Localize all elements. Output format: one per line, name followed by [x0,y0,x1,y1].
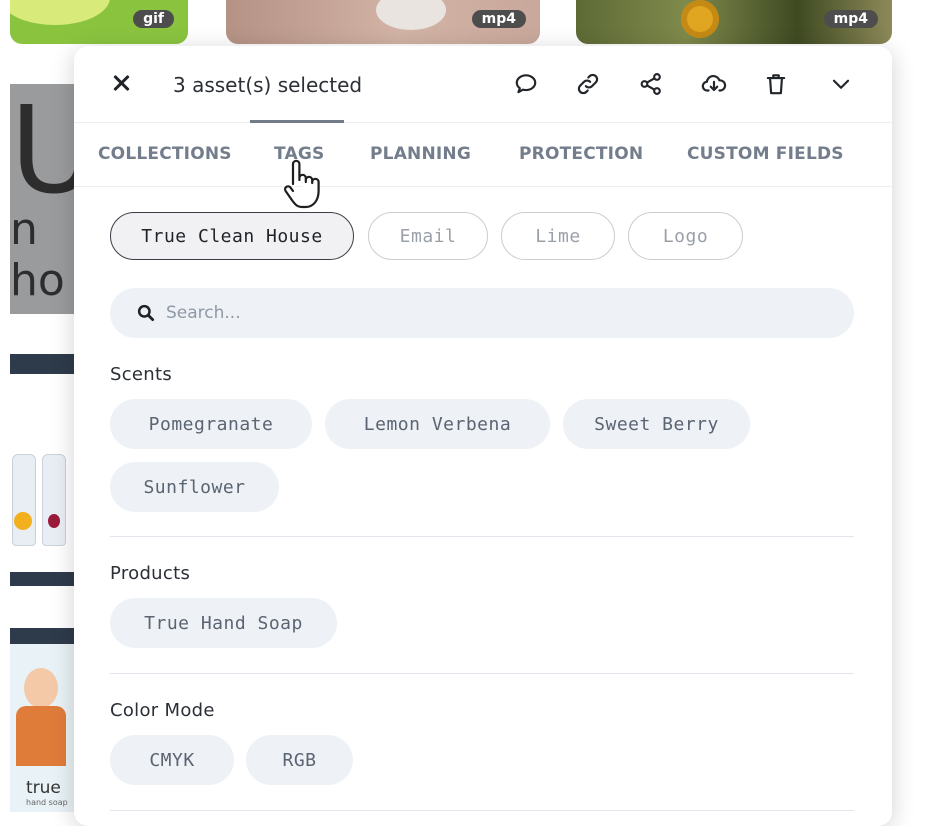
collection-chip-logo[interactable]: Logo [628,212,743,260]
tag-chip-lemon-verbena[interactable]: Lemon Verbena [325,399,550,449]
search-icon [137,304,155,322]
person-graphic [16,706,66,766]
format-badge: mp4 [471,10,526,28]
tab-custom-fields[interactable]: CUSTOM FIELDS [687,144,844,164]
tag-chip-rgb[interactable]: RGB [246,735,353,785]
asset-thumbnail-gif[interactable]: gif [10,0,188,44]
search-input[interactable] [164,302,768,324]
section-divider [110,673,854,674]
hand-cursor-icon [284,159,320,209]
tag-group-title-scents: Scents [110,364,173,385]
chevron-down-icon[interactable] [825,68,857,100]
berry-graphic [48,514,60,528]
sunflower-graphic [681,0,719,38]
tag-chip-pomegranate[interactable]: Pomegranate [110,399,312,449]
link-icon[interactable] [572,68,604,100]
panel-header: 3 asset(s) selected [74,46,892,123]
asset-thumbnail-lifestyle[interactable]: true hand soap [10,628,74,812]
asset-thumbnail-logo[interactable]: U n ho [10,84,74,314]
tag-chip-sweet-berry[interactable]: Sweet Berry [563,399,750,449]
bulk-edit-panel: 3 asset(s) selected COLLECTIONS TAGS PLA… [74,46,892,826]
thumbnail-sub-text: hand soap [26,798,68,807]
comment-icon[interactable] [510,68,542,100]
tag-chip-cmyk[interactable]: CMYK [110,735,234,785]
sunflower-graphic [14,512,32,530]
person-graphic [24,668,58,708]
asset-thumbnail-product[interactable] [10,354,74,586]
share-icon[interactable] [635,68,667,100]
close-icon[interactable] [110,73,132,95]
thumbnail-graphic [376,0,446,30]
format-badge: mp4 [823,10,878,28]
thumbnail-letter: U [10,84,74,221]
tag-chip-sunflower[interactable]: Sunflower [110,462,279,512]
collection-chip-lime[interactable]: Lime [501,212,615,260]
soap-bottle-graphic [12,454,36,546]
asset-thumbnail-video[interactable]: mp4 [226,0,540,44]
thumbnail-graphic [10,0,110,25]
thumbnail-text-fragment: n ho [10,204,65,306]
tab-collections[interactable]: COLLECTIONS [98,144,232,164]
panel-tabs: COLLECTIONS TAGS PLANNING PROTECTION CUS… [74,120,892,187]
download-cloud-icon[interactable] [698,68,730,100]
tag-group-title-products: Products [110,563,191,584]
selection-count: 3 asset(s) selected [173,73,363,97]
soap-bottle-graphic [42,454,66,546]
active-tab-indicator [250,120,344,123]
tag-chip-true-hand-soap[interactable]: True Hand Soap [110,598,337,648]
tag-group-title-color-mode: Color Mode [110,700,215,721]
collection-chip-email[interactable]: Email [368,212,488,260]
tab-protection[interactable]: PROTECTION [519,144,643,164]
section-divider [110,536,854,537]
asset-thumbnail-video[interactable]: mp4 [576,0,892,44]
thumbnail-brand-text: true [26,778,61,798]
format-badge: gif [133,10,174,28]
tab-planning[interactable]: PLANNING [370,144,471,164]
section-divider [110,810,854,811]
tag-search-bar [110,288,854,338]
trash-icon[interactable] [760,68,792,100]
collection-chip-true-clean-house[interactable]: True Clean House [110,212,354,260]
